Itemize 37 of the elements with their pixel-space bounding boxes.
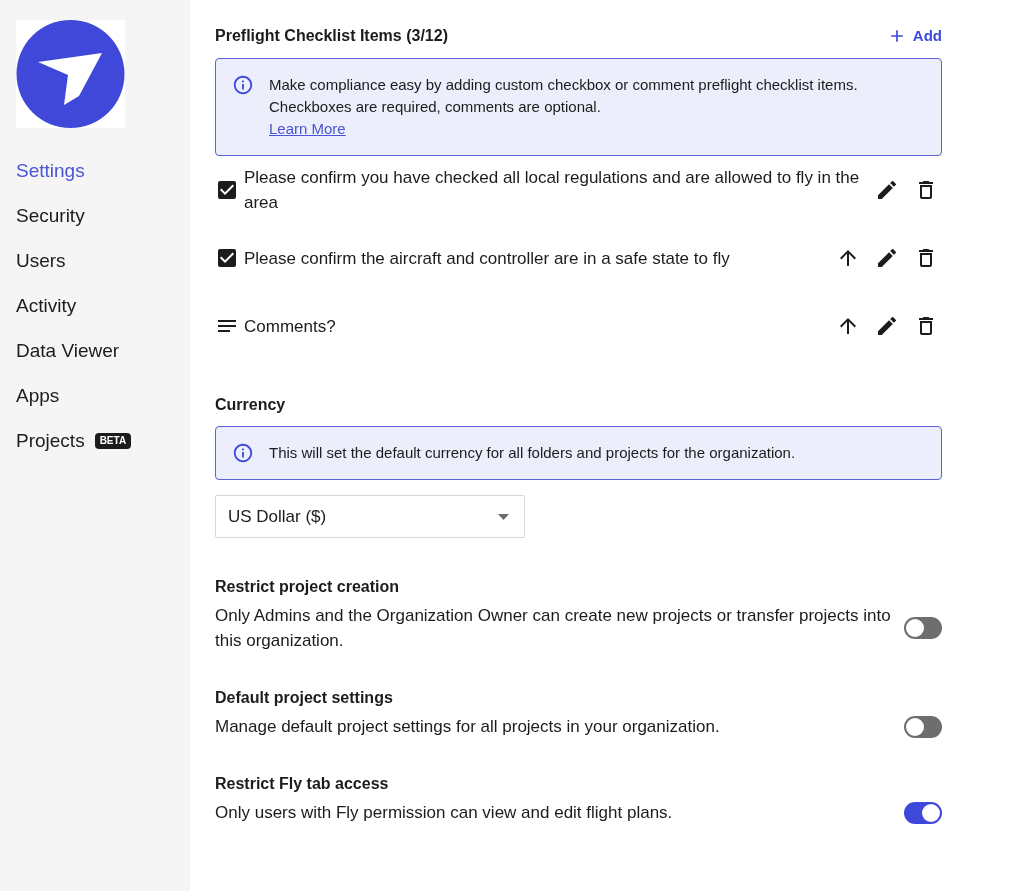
add-button[interactable]: Add [886,24,942,48]
sidebar-link[interactable]: Settings [16,158,85,183]
sidebar-link[interactable]: Activity [16,293,77,318]
section-title: Preflight Checklist Items (3/12) [215,26,448,46]
checklist-item-label: Please confirm you have checked all local regulations and are allowed to fly in the area [244,167,861,214]
info-text: This will set the default currency for all folders and projects for the organization. [269,443,796,463]
pencil-icon[interactable] [875,246,899,270]
setting-title: Restrict Fly tab access [215,774,390,794]
setting-title: Default project settings [215,688,394,708]
toggle-switch[interactable] [904,801,942,824]
checkbox[interactable] [215,178,239,202]
learn-more-link[interactable]: Learn More [269,120,346,137]
info-icon [232,74,254,96]
pencil-icon[interactable] [875,314,899,338]
toggle-switch[interactable] [904,715,942,738]
setting-description: Only Admins and the Organization Owner can create new projects or transfer projects into this organization. [215,605,892,652]
setting-description: Only users with Fly permission can view and edit flight plans. [215,802,674,824]
checklist-item-label: Comments? [244,315,337,338]
setting-title: Restrict project creation [215,577,401,597]
checkbox[interactable] [215,246,239,270]
sidebar-link[interactable]: Projects [16,428,85,453]
pencil-icon[interactable] [875,178,899,202]
sidebar-link[interactable]: Security [16,203,85,228]
info-text: Checkboxes are required, comments are optional. [269,97,602,117]
info-icon [232,442,254,464]
sidebar-link[interactable]: Users [16,248,66,273]
logo-icon [16,20,125,128]
checklist-item-label: Please confirm the aircraft and controller are in a safe state to fly [244,247,731,270]
toggle-switch[interactable] [904,617,942,639]
caret-icon [498,513,509,520]
currency-select[interactable]: US Dollar ($) [215,495,525,538]
sidebar-link[interactable]: Apps [16,383,60,408]
sidebar-link[interactable]: Data Viewer [16,338,120,363]
beta-badge: BETA [94,432,132,449]
info-text: Make compliance easy by adding custom checkbox or comment preflight checklist items. [269,75,858,95]
setting-description: Manage default project settings for all projects in your organization. [215,716,721,738]
section-title: Currency [215,395,287,415]
